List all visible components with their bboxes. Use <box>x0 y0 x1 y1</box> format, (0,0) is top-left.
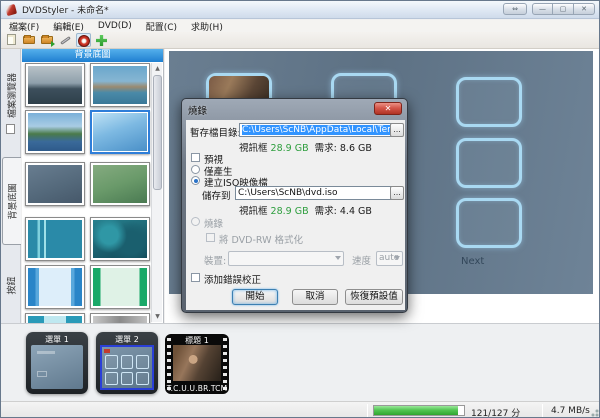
background-thumbnail[interactable] <box>25 265 85 309</box>
temp-dir-input[interactable]: C:\Users\ScNB\AppData\Local\Temp <box>239 123 392 137</box>
scrollbar-thumb[interactable] <box>153 75 162 190</box>
save-to-label: 儲存到 <box>202 191 231 202</box>
background-thumbnail[interactable] <box>90 63 150 107</box>
titlebar[interactable]: DVDStyler - 未命名* ⇔ — ▢ ✕ <box>1 1 599 19</box>
titleset-filmstrip: 選單 1 選單 2 標題 1 T.C.U.U.BR.TCM <box>1 323 599 401</box>
close-button[interactable]: ✕ <box>574 3 595 15</box>
capacity-progressbar <box>373 405 465 416</box>
required-value2: 需求: 4.4 GB <box>314 206 372 217</box>
menu-frame-button[interactable] <box>456 138 522 188</box>
dialog-close-icon[interactable]: ✕ <box>374 102 402 115</box>
scroll-up-icon[interactable]: ▲ <box>153 64 162 73</box>
add-file-plus-icon[interactable] <box>94 33 109 47</box>
file-browser-icon <box>6 124 15 134</box>
burn-dialog[interactable]: 燒錄 ✕ 暫存檔目錄: C:\Users\ScNB\AppData\Local\… <box>181 98 408 313</box>
burn-radio[interactable] <box>191 217 200 226</box>
tab-buttons[interactable]: 按鈕 <box>1 261 21 309</box>
title1-item[interactable]: 標題 1 T.C.U.U.BR.TCM <box>165 334 229 394</box>
menu-edit[interactable]: 編輯(E) <box>53 20 84 33</box>
free-space-line2: 視訊框 28.9 GB 需求: 4.4 GB <box>239 206 372 217</box>
toolbar <box>1 32 599 49</box>
burn-disc-icon[interactable] <box>76 33 91 47</box>
window-title: DVDStyler - 未命名* <box>22 6 109 16</box>
scroll-down-icon[interactable]: ▼ <box>153 312 162 321</box>
cancel-button[interactable]: 取消 <box>292 289 338 305</box>
backgrounds-panel: 背景底圖 ▲ ▼ <box>22 49 164 357</box>
temp-dir-browse-button[interactable]: ... <box>390 123 404 137</box>
temp-dir-label: 暫存檔目錄: <box>190 128 241 139</box>
title1-caption: T.C.U.U.BR.TCM <box>166 384 228 393</box>
iso-path-input[interactable]: C:\Users\ScNB\dvd.iso <box>235 186 392 200</box>
background-thumbnail[interactable] <box>25 110 85 154</box>
app-icon <box>4 3 18 16</box>
menu-file[interactable]: 檔案(F) <box>9 20 39 33</box>
backgrounds-header: 背景底圖 <box>22 49 163 62</box>
backgrounds-scrollbar[interactable]: ▲ ▼ <box>151 63 162 322</box>
menu1-preview <box>31 345 83 389</box>
format-dvdrw-checkbox[interactable] <box>206 233 215 242</box>
dialog-content: 暫存檔目錄: C:\Users\ScNB\AppData\Local\Temp … <box>186 120 405 310</box>
chevron-down-icon <box>335 256 341 260</box>
speed-select[interactable]: auto <box>376 251 403 266</box>
statusbar: 121/127 分 4.7 MB/s <box>1 401 599 418</box>
start-button[interactable]: 開始 <box>232 289 278 305</box>
tab-backgrounds[interactable]: 背景底圖 <box>2 157 21 245</box>
menu-dvd[interactable]: DVD(D) <box>98 21 132 31</box>
menubar: 檔案(F) 編輯(E) DVD(D) 配置(C) 求助(H) <box>1 20 599 33</box>
burn-label: 燒錄 <box>204 219 224 230</box>
minimize-button[interactable]: — <box>532 3 553 15</box>
new-project-icon[interactable] <box>4 33 19 47</box>
iso-browse-button[interactable]: ... <box>390 186 404 200</box>
error-correction-checkbox[interactable] <box>191 273 200 282</box>
dvdstyler-window: DVDStyler - 未命名* ⇔ — ▢ ✕ 檔案(F) 編輯(E) DVD… <box>0 0 600 418</box>
free-space-value: 28.9 GB <box>270 143 309 154</box>
maximize-button[interactable]: ▢ <box>553 3 574 15</box>
free-space-line: 視訊框 28.9 GB 需求: 8.6 GB <box>239 143 372 154</box>
save-project-icon[interactable] <box>40 33 55 47</box>
open-project-icon[interactable] <box>22 33 37 47</box>
menu2-item[interactable]: 選單 2 <box>96 332 158 394</box>
extra-window-icon[interactable]: ⇔ <box>503 3 527 15</box>
menu-configuration[interactable]: 配置(C) <box>146 20 177 33</box>
duration-status: 121/127 分 <box>471 409 521 418</box>
tab-file-browser[interactable]: 檔案瀏覽器 <box>1 53 21 138</box>
menu1-item[interactable]: 選單 1 <box>26 332 88 394</box>
menu-frame-button[interactable] <box>456 77 522 127</box>
format-dvdrw-label: 將 DVD-RW 格式化 <box>219 235 304 246</box>
create-iso-radio[interactable] <box>191 176 200 185</box>
menu-frame-button[interactable] <box>456 198 522 248</box>
settings-wrench-icon[interactable] <box>58 33 73 47</box>
background-thumbnail[interactable] <box>25 217 85 261</box>
menu2-preview-selected <box>100 345 154 390</box>
sidebar-tabstrip: 檔案瀏覽器 背景底圖 按鈕 <box>1 49 21 323</box>
title1-video-frame <box>173 345 221 381</box>
reset-defaults-button[interactable]: 恢復預設值 <box>345 289 403 305</box>
background-thumbnail[interactable] <box>25 162 85 206</box>
background-thumbnail[interactable] <box>25 63 85 107</box>
bitrate-status: 4.7 MB/s <box>551 406 590 416</box>
menu-help[interactable]: 求助(H) <box>191 20 223 33</box>
just-generate-radio[interactable] <box>191 165 200 174</box>
device-label: 裝置: <box>204 256 227 267</box>
record-dot-icon <box>104 349 110 353</box>
device-select[interactable] <box>228 251 344 266</box>
background-thumbnail[interactable] <box>90 217 150 261</box>
background-thumbnail[interactable] <box>90 162 150 206</box>
chevron-down-icon <box>394 256 400 260</box>
required-value: 需求: 8.6 GB <box>314 143 372 154</box>
background-thumbnail[interactable] <box>90 265 150 309</box>
error-correction-label: 添加錯誤校正 <box>204 275 262 286</box>
preview-checkbox[interactable] <box>191 153 200 162</box>
menu-caption-next[interactable]: Next <box>461 256 484 267</box>
speed-label: 速度 <box>352 256 372 267</box>
progress-fill <box>374 406 458 415</box>
free-space-value2: 28.9 GB <box>270 206 309 217</box>
background-thumbnail-selected[interactable] <box>90 110 150 154</box>
dialog-title: 燒錄 <box>188 106 208 117</box>
resize-grip[interactable] <box>588 406 599 417</box>
